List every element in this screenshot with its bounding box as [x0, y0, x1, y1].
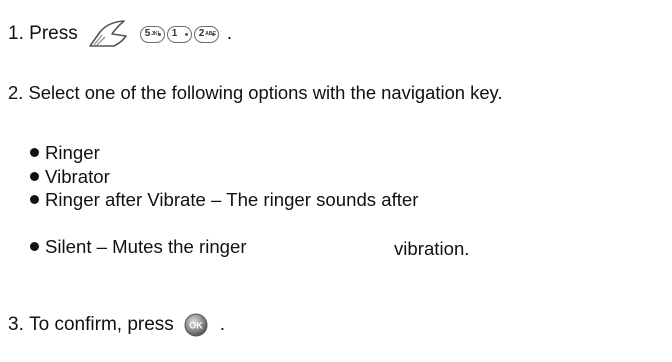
step-2-number: 2.: [8, 82, 24, 103]
key-2-icon: 2 ABC: [193, 25, 219, 43]
key-sequence: 5 JKL 1 2 ABC: [86, 18, 221, 50]
step-3-number: 3.: [8, 314, 24, 335]
step-1-period: .: [226, 23, 232, 44]
bullet-icon: [30, 242, 39, 252]
menu-key-icon: [88, 20, 127, 47]
step-3: 3. To confirm, press OK .: [8, 313, 225, 337]
step-1-number: 1.: [8, 23, 24, 44]
step-2-text: Select one of the following options with…: [28, 82, 503, 103]
bullet-icon: [30, 171, 39, 181]
step-3-text: To confirm, press: [29, 314, 174, 335]
ok-key-icon: OK: [184, 313, 208, 337]
option-spacer: [30, 212, 418, 236]
key-1-icon: 1: [166, 25, 192, 43]
option-silent: Silent – Mutes the ringer: [30, 235, 418, 259]
step-1-text: Press: [29, 23, 78, 44]
bullet-icon: [30, 148, 39, 158]
option-ringer: Ringer: [30, 141, 418, 165]
bullet-icon: [30, 195, 39, 205]
step-3-period: .: [219, 314, 226, 335]
key-5-icon: 5 JKL: [139, 25, 165, 43]
option-ringer-after-vibrate: Ringer after Vibrate – The ringer sounds…: [30, 188, 418, 212]
svg-text:OK: OK: [189, 321, 203, 331]
option-vibrator: Vibrator: [30, 165, 418, 189]
step-1: 1. Press 5 JKL 1 2 ABC .: [8, 18, 232, 50]
option-continuation: vibration.: [394, 238, 470, 259]
step-2: 2. Select one of the following options w…: [8, 81, 503, 105]
options-list: Ringer Vibrator Ringer after Vibrate – T…: [30, 141, 418, 259]
